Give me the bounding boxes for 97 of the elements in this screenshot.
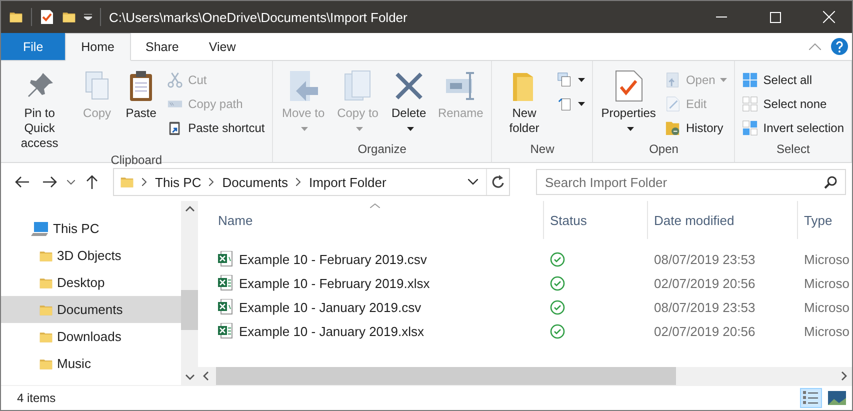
collapse-ribbon-icon[interactable] <box>809 43 821 50</box>
maximize-icon[interactable] <box>770 12 780 22</box>
chevron-down-icon[interactable] <box>468 179 478 185</box>
chevron-right-icon <box>209 178 214 186</box>
ribbon-tab[interactable]: Home <box>65 33 130 61</box>
breadcrumb[interactable]: This PC <box>155 174 202 190</box>
column-header[interactable]: Status <box>543 201 647 239</box>
type-cell-text: Microso <box>803 324 851 338</box>
column-header[interactable]: Type <box>797 201 852 239</box>
ribbon-button[interactable]: New folder <box>496 67 552 142</box>
selectnone-icon <box>742 96 758 112</box>
chevron-right-icon <box>296 178 301 186</box>
spreadsheet-icon <box>218 275 233 291</box>
properties-icon[interactable] <box>40 9 54 25</box>
spreadsheet-icon <box>218 251 233 267</box>
cut-icon <box>167 72 184 88</box>
group-label: Organize <box>356 142 408 158</box>
tree-item[interactable]: Desktop <box>1 269 181 296</box>
ribbon-button[interactable]: Pin to Quick access <box>5 67 74 153</box>
chevron-right-icon <box>142 178 147 186</box>
breadcrumb[interactable]: Import Folder <box>308 174 386 190</box>
item-count: 4 items <box>17 391 56 405</box>
newitem-icon <box>557 72 574 88</box>
large-icons-view-button[interactable] <box>826 388 848 408</box>
file-menu-tab[interactable]: File <box>1 33 66 60</box>
caret-icon <box>626 126 634 131</box>
edit-icon <box>664 96 681 112</box>
forward-arrow-icon[interactable] <box>43 176 57 188</box>
group-label: Clipboard <box>110 153 164 167</box>
chevron-left-icon[interactable] <box>203 371 209 381</box>
caret-icon <box>578 102 586 106</box>
group-label: Open <box>648 142 680 158</box>
ribbon-tab[interactable]: View <box>194 33 251 60</box>
ribbon-button[interactable]: Select none <box>739 93 848 115</box>
computer-icon <box>31 222 49 236</box>
ribbon-button[interactable]: Paste <box>120 67 162 153</box>
history-icon <box>664 120 681 136</box>
tree-item[interactable]: Downloads <box>1 323 181 350</box>
group-label: New <box>529 142 556 158</box>
caret-icon[interactable] <box>84 14 92 20</box>
file-name-cell[interactable]: Example 10 - January 2019.xlsx <box>198 323 543 339</box>
chevron-up-icon[interactable] <box>184 206 194 212</box>
ribbon-button[interactable]: Properties <box>597 67 660 142</box>
chevron-down-icon[interactable] <box>67 180 75 184</box>
close-icon[interactable] <box>823 11 835 23</box>
easyaccess-icon <box>557 96 574 112</box>
horizontal-scrollbar[interactable] <box>198 367 852 385</box>
selectall-icon <box>742 72 758 88</box>
scrollbar-thumb[interactable] <box>181 290 198 330</box>
refresh-icon[interactable] <box>492 175 504 189</box>
ribbon-button[interactable]: History <box>662 117 730 139</box>
help-icon[interactable] <box>831 38 848 55</box>
window-title: C:\Users\marks\OneDrive\Documents\Import Folder <box>109 10 408 24</box>
type-cell-text: Microso <box>803 300 851 314</box>
details-view-button[interactable] <box>800 388 822 408</box>
ribbon-button[interactable]: Select all <box>739 69 848 91</box>
tree-item[interactable]: This PC <box>1 215 181 242</box>
column-header[interactable]: Date modified <box>647 201 797 239</box>
ribbon-button[interactable]: Delete <box>386 67 432 142</box>
date-cell-text: 02/07/2019 20:56 <box>653 276 756 290</box>
invert-icon <box>742 120 758 136</box>
scrollbar-thumb[interactable] <box>216 367 676 385</box>
date-cell-text: 02/07/2019 20:56 <box>653 324 756 338</box>
tree-item[interactable]: 3D Objects <box>1 242 181 269</box>
ribbon-button[interactable]: Paste shortcut <box>164 117 268 139</box>
caret-icon <box>406 126 414 131</box>
file-name-cell[interactable]: Example 10 - February 2019.csv <box>198 251 543 267</box>
tree-item[interactable]: Music <box>1 350 181 377</box>
date-cell-text: 08/07/2019 23:53 <box>653 300 756 314</box>
chevron-down-icon[interactable] <box>184 374 194 380</box>
address-bar[interactable]: This PC Documents Import Folder <box>113 168 510 196</box>
date-cell-text: 08/07/2019 23:53 <box>653 252 756 266</box>
tree-item[interactable]: Documents <box>1 296 181 323</box>
type-cell-text: Microso <box>803 252 851 266</box>
ribbon-button[interactable]: Invert selection <box>739 117 848 139</box>
open-icon <box>664 72 681 88</box>
column-header[interactable]: Name <box>198 201 543 239</box>
chevron-right-icon[interactable] <box>841 371 847 381</box>
file-name-cell[interactable]: Example 10 - February 2019.xlsx <box>198 275 543 291</box>
caret-icon <box>578 78 586 82</box>
file-name-cell[interactable]: Example 10 - January 2019.csv <box>198 299 543 315</box>
caret-icon <box>301 126 308 131</box>
caret-icon <box>356 126 363 131</box>
type-cell-text: Microso <box>803 276 851 290</box>
back-arrow-icon[interactable] <box>15 176 29 188</box>
search-field[interactable]: Search Import Folder <box>536 169 846 195</box>
up-arrow-icon[interactable] <box>86 175 98 189</box>
spreadsheet-icon <box>218 299 233 315</box>
spreadsheet-icon <box>218 323 233 339</box>
minimize-icon[interactable] <box>716 16 726 18</box>
breadcrumb[interactable]: Documents <box>222 174 288 190</box>
group-label: Select <box>775 142 811 158</box>
vertical-scrollbar[interactable] <box>181 201 198 385</box>
sort-caret-icon <box>370 203 380 208</box>
caret-icon <box>720 78 728 82</box>
search-icon <box>824 176 837 189</box>
ribbon-tab[interactable]: Share <box>130 33 194 60</box>
